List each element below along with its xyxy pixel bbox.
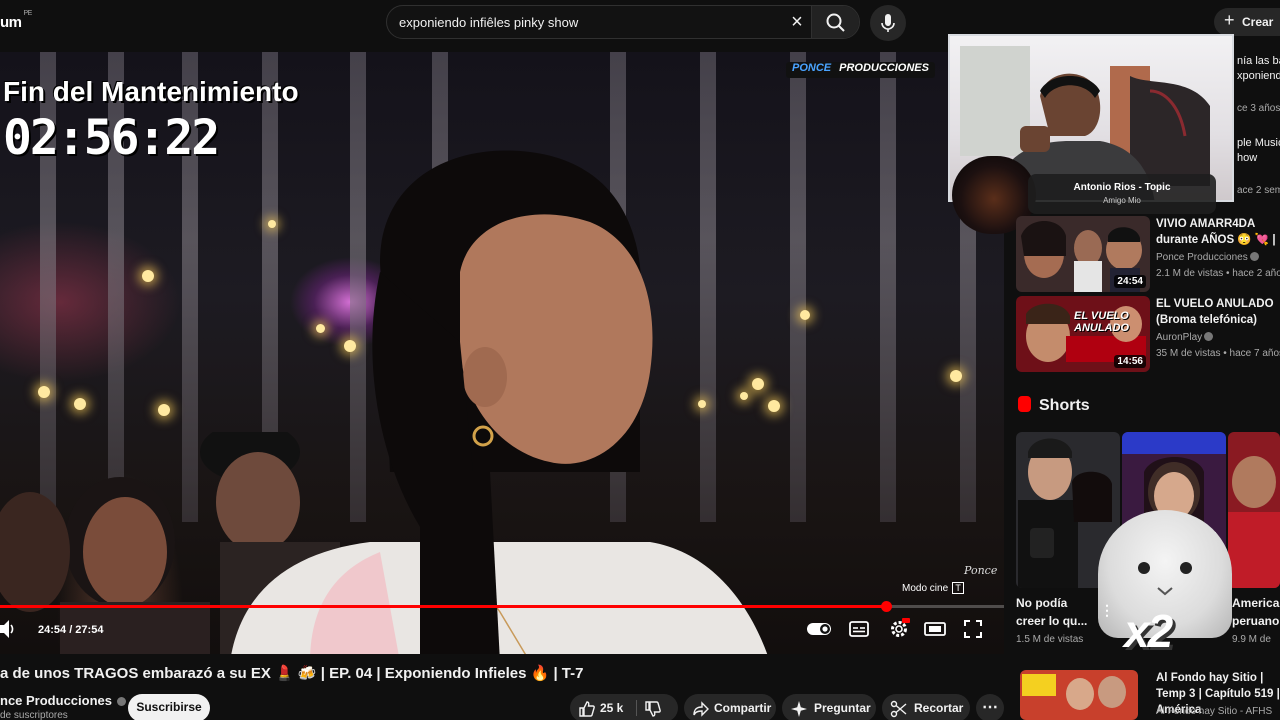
- theater-mode-tooltip: Modo cine T: [902, 582, 965, 594]
- progress-scrubber[interactable]: [880, 601, 892, 612]
- now-playing-box: Antonio Rios - Topic Amigo Mio: [1028, 174, 1216, 214]
- recommendation-channel[interactable]: Al Fondo hay Sitio - AFHS: [1156, 706, 1272, 717]
- clear-search-icon[interactable]: ×: [787, 12, 807, 33]
- like-icon[interactable]: [578, 700, 596, 718]
- settings-gear-icon[interactable]: [886, 616, 912, 642]
- youtube-logo[interactable]: umPE: [0, 10, 32, 31]
- video-duration: 24:54: [1114, 275, 1146, 288]
- voice-search-button[interactable]: [870, 5, 906, 41]
- time-display: 24:54 / 27:54: [38, 624, 104, 636]
- shorts-heading: Shorts: [1018, 396, 1090, 415]
- fullscreen-icon[interactable]: [960, 616, 986, 642]
- peek-text: ace 2 sem: [1237, 185, 1280, 196]
- now-playing-title: Antonio Rios - Topic: [1073, 182, 1171, 193]
- share-button[interactable]: Compartir: [684, 694, 776, 720]
- autoplay-toggle-icon[interactable]: [806, 616, 832, 642]
- channel-name[interactable]: nce Producciones: [0, 693, 126, 708]
- channel-watermark: Ponce: [964, 564, 998, 577]
- theater-mode-icon[interactable]: [922, 616, 948, 642]
- short-meta: 9.9 M de: [1232, 634, 1271, 645]
- verified-icon: [1249, 252, 1259, 261]
- short-title[interactable]: American peruano: [1232, 594, 1280, 630]
- divider: [636, 700, 637, 716]
- channel-brand-badge: PONCE PRODUCCIONES: [786, 62, 935, 78]
- subtitles-icon[interactable]: [846, 616, 872, 642]
- create-button[interactable]: + Crear: [1214, 8, 1280, 36]
- short-title[interactable]: No podía creer lo qu...: [1016, 594, 1096, 630]
- scissors-icon: [890, 700, 907, 718]
- video-subject: [231, 150, 768, 654]
- video-thumbnail[interactable]: EL VUELO ANULADO 14:56: [1016, 296, 1150, 372]
- verified-icon: [1204, 332, 1214, 341]
- video-thumbnail[interactable]: 24:54: [1016, 216, 1150, 292]
- short-thumbnail[interactable]: [1228, 432, 1280, 588]
- peek-text: how: [1237, 152, 1258, 164]
- more-options-icon[interactable]: ⋮: [1100, 602, 1114, 619]
- subscriber-count: de suscriptores: [0, 710, 68, 720]
- clip-button[interactable]: Recortar: [882, 694, 970, 720]
- search-input[interactable]: exponiendo infiêles pinky show: [399, 15, 578, 30]
- progress-bar[interactable]: [0, 601, 1004, 612]
- search-box[interactable]: exponiendo infiêles pinky show ×: [386, 5, 860, 39]
- share-icon: [693, 701, 709, 717]
- search-button[interactable]: [811, 6, 859, 38]
- ask-button[interactable]: Preguntar: [782, 694, 876, 720]
- recommendation-meta: 2.1 M de vistas • hace 2 años: [1156, 268, 1280, 279]
- player-controls: 24:54 / 27:54: [0, 614, 1004, 644]
- shorts-icon: [1018, 396, 1031, 412]
- dislike-icon[interactable]: [644, 700, 662, 718]
- verified-icon: [116, 697, 126, 706]
- peek-text: nía las ba: [1237, 55, 1280, 67]
- thumbnail-text: EL VUELO ANULADO: [1074, 310, 1129, 334]
- like-count[interactable]: 25 k: [600, 694, 623, 720]
- stream-overlay-title: Fin del Mantenimiento: [3, 76, 299, 107]
- short-meta: 1.5 M de vistas: [1016, 634, 1084, 645]
- recommendation-item[interactable]: Al Fondo hay Sitio | Temp 3 | Capítulo 5…: [1016, 670, 1280, 720]
- recommendation-title[interactable]: EL VUELO ANULADO (Broma telefónica): [1156, 296, 1280, 328]
- video-title: a de unos TRAGOS embarazó a su EX 💄 🍻 | …: [0, 665, 584, 682]
- sparkle-icon: [791, 701, 807, 717]
- peek-text: ce 3 años: [1237, 103, 1280, 114]
- now-playing-subtitle: Amigo Mio: [1103, 196, 1141, 205]
- sticker-text: x2: [1124, 605, 1173, 657]
- recommendation-channel[interactable]: Ponce Producciones: [1156, 252, 1259, 263]
- recommendation-item[interactable]: 24:54 VIVIO AMARR4DA durante AÑOS 😳 💘 | …: [1016, 216, 1280, 292]
- peek-text: xponiendo: [1237, 70, 1280, 82]
- peek-text: ple Music: [1237, 137, 1280, 149]
- recommendation-item[interactable]: EL VUELO ANULADO 14:56 EL VUELO ANULADO …: [1016, 296, 1280, 372]
- subscribe-button[interactable]: Suscribirse: [128, 694, 210, 720]
- video-thumbnail[interactable]: [1020, 670, 1138, 720]
- countdown-timer: 02:56:22: [3, 110, 220, 166]
- plus-icon: +: [1224, 10, 1235, 30]
- video-duration: 14:56: [1114, 355, 1146, 368]
- volume-icon[interactable]: [0, 618, 16, 640]
- recommendation-title[interactable]: VIVIO AMARR4DA durante AÑOS 😳 💘 | EP. 36…: [1156, 216, 1280, 248]
- recommendation-meta: 35 M de vistas • hace 7 años: [1156, 348, 1280, 359]
- more-actions-button[interactable]: ⋯: [976, 694, 1004, 720]
- video-player[interactable]: Fin del Mantenimiento 02:56:22 PONCE PROD…: [0, 52, 1004, 654]
- more-horizontal-icon: ⋯: [982, 699, 998, 716]
- microphone-icon: [881, 14, 895, 32]
- search-icon: [826, 13, 845, 32]
- progress-played: [0, 605, 886, 608]
- like-dislike-group: 25 k: [570, 694, 678, 720]
- recommendation-channel[interactable]: AuronPlay: [1156, 332, 1214, 343]
